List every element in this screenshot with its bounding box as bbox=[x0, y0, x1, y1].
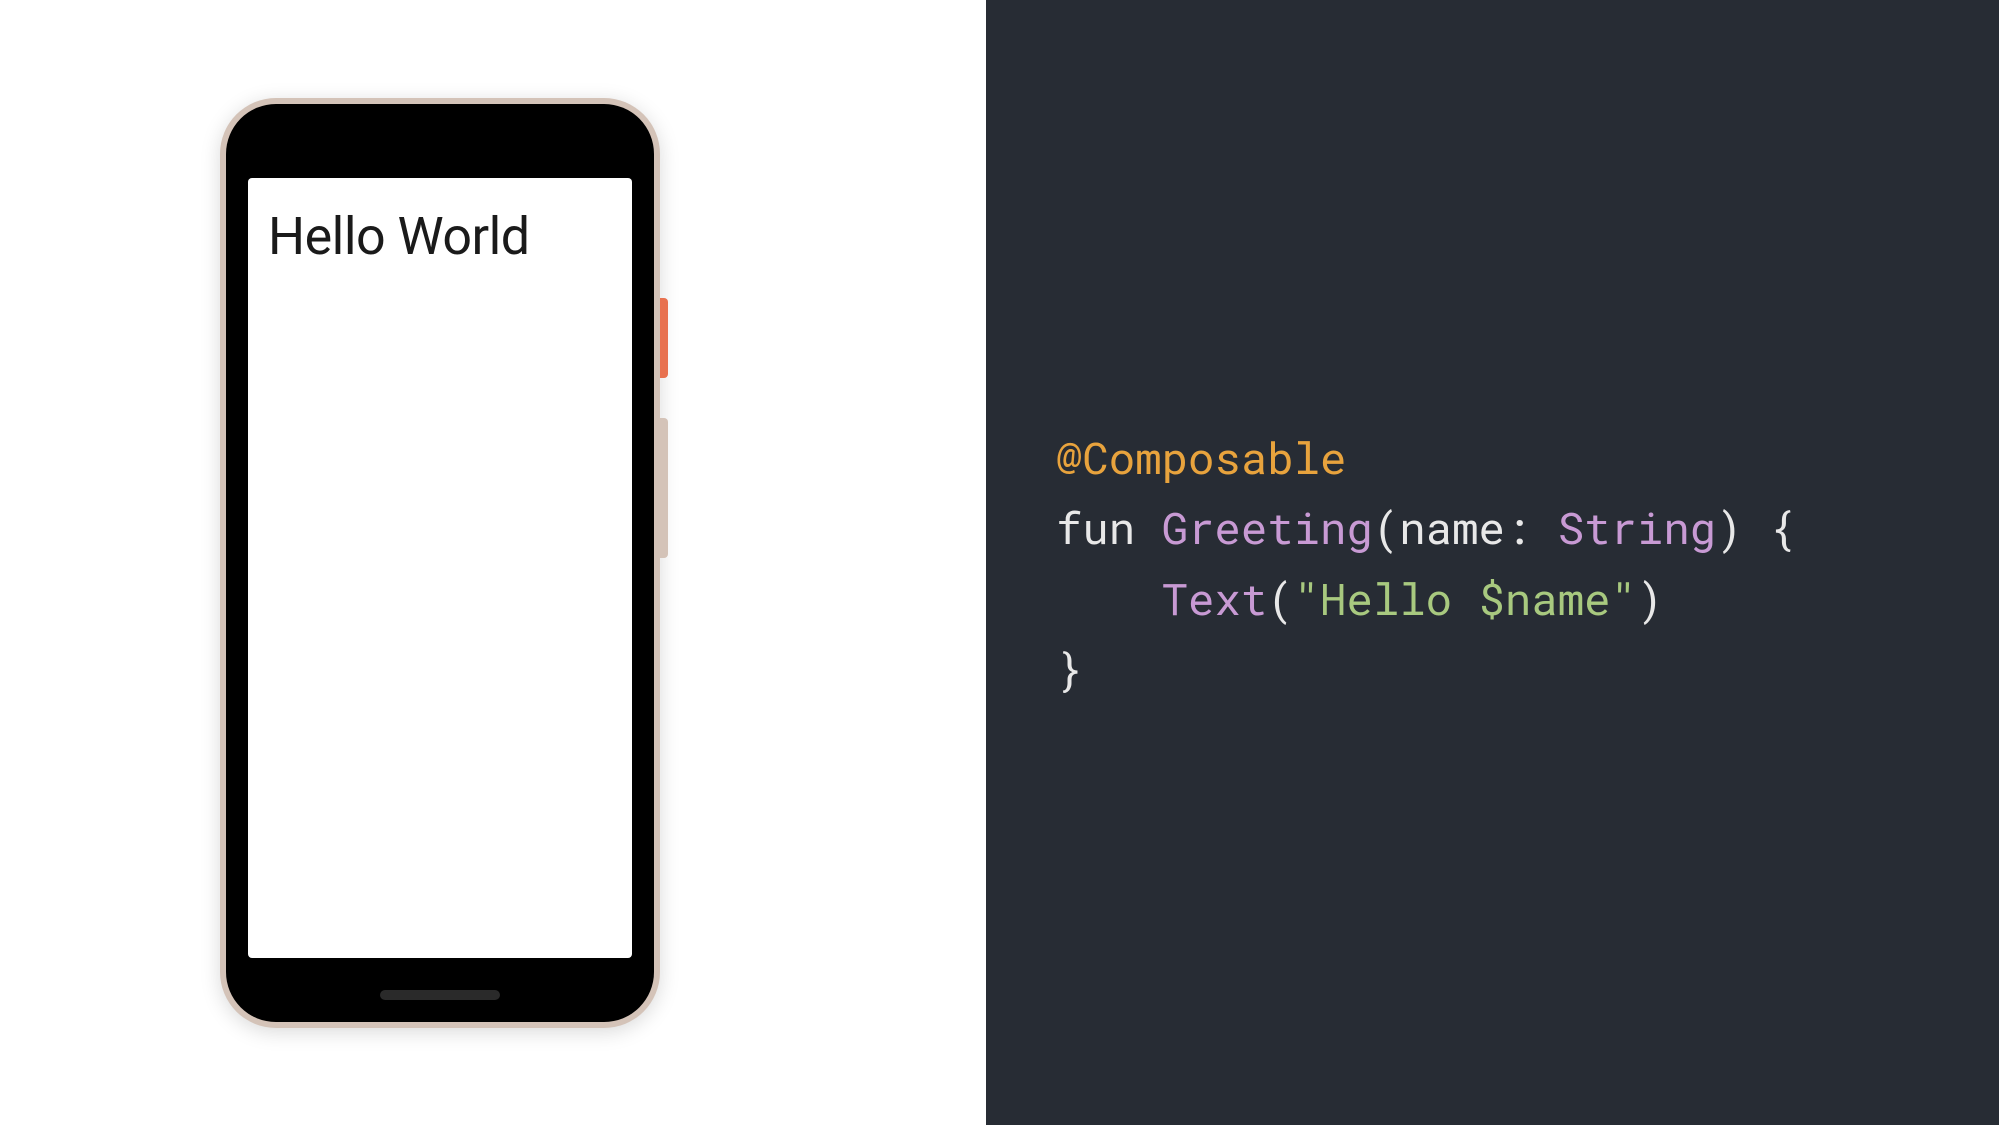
code-indent bbox=[1056, 569, 1162, 627]
code-call-close: ) bbox=[1637, 569, 1663, 627]
preview-panel: Hello World bbox=[0, 0, 986, 1125]
phone-bezel: Hello World bbox=[226, 104, 654, 1022]
code-param-name: name bbox=[1399, 498, 1505, 556]
code-panel: @Composable fun Greeting(name: String) {… bbox=[986, 0, 1999, 1125]
code-space bbox=[1531, 498, 1557, 556]
phone-device-mockup: Hello World bbox=[220, 98, 660, 1028]
code-snippet: @Composable fun Greeting(name: String) {… bbox=[1056, 422, 1795, 704]
code-brace-open: { bbox=[1769, 498, 1795, 556]
phone-screen: Hello World bbox=[248, 178, 632, 958]
phone-power-button bbox=[660, 298, 668, 378]
code-call-open: ( bbox=[1267, 569, 1293, 627]
phone-screen-border: Hello World bbox=[240, 118, 640, 1008]
code-paren-open: ( bbox=[1373, 498, 1399, 556]
code-keyword-fun: fun bbox=[1056, 498, 1135, 556]
app-greeting-text: Hello World bbox=[268, 206, 612, 267]
code-param-type: String bbox=[1558, 498, 1716, 556]
code-paren-close: ) bbox=[1716, 498, 1742, 556]
code-colon: : bbox=[1505, 498, 1531, 556]
code-string-literal: "Hello $name" bbox=[1294, 569, 1637, 627]
code-brace-close: } bbox=[1056, 639, 1082, 697]
code-function-name: Greeting bbox=[1162, 498, 1373, 556]
code-annotation: @Composable bbox=[1056, 428, 1346, 486]
phone-bottom-speaker-icon bbox=[380, 990, 500, 1000]
code-text-call: Text bbox=[1162, 569, 1268, 627]
phone-volume-button bbox=[660, 418, 668, 558]
